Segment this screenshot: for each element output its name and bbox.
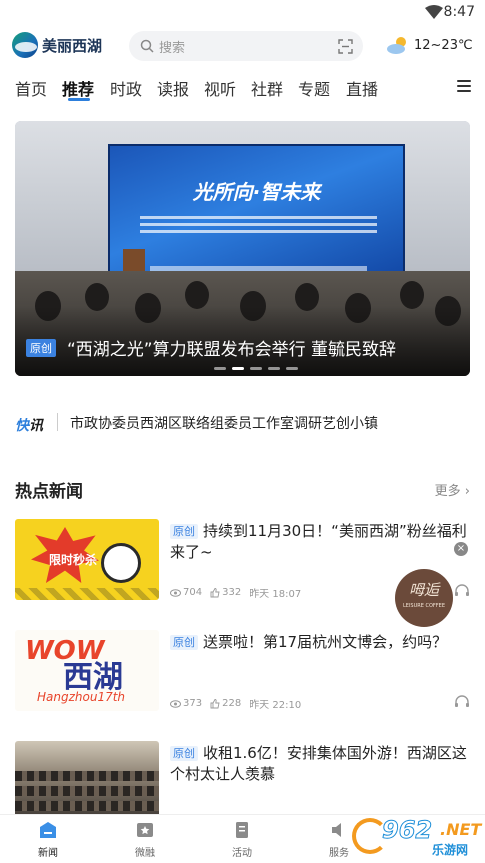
scan-icon[interactable] [338,39,353,54]
search-icon [140,39,154,53]
weather-temp: 12~23℃ [414,37,473,53]
tab-news[interactable]: 新闻 [18,821,78,859]
partly-cloudy-icon [387,37,406,54]
news-title: 持续到11月30日！“美丽西湖”粉丝福利来了~ [170,522,467,561]
news-time: 昨天 18:07 [249,589,302,600]
news-meta: 373 228 昨天 22:10 [170,696,309,711]
document-icon [236,822,248,838]
tab-active-indicator [68,98,90,101]
banner-carousel[interactable]: 光所向·智未来 原创 “西湖之光”算力联盟发布会举行 董毓民致辞 [15,121,470,376]
ad-subtext: LEISURE COFFEE [403,603,445,609]
like-count: 228 [222,698,242,709]
watermark-net: .NET [440,820,482,839]
speaker-icon [332,823,341,837]
news-time: 昨天 22:10 [249,700,302,711]
tab-topics[interactable]: 专题 [298,76,330,100]
flash-news-icon: 快讯 [15,418,43,434]
ad-logo-text: 呣逅 [408,581,439,599]
close-icon[interactable]: × [454,542,468,556]
tab-live[interactable]: 直播 [346,76,378,100]
carousel-dot-active[interactable] [232,367,244,370]
channel-nav: 首页 推荐 时政 读报 视听 社群 专题 直播 [0,72,485,104]
menu-icon[interactable] [457,80,471,92]
more-link[interactable]: 更多 › [435,480,470,499]
carousel-dot[interactable] [250,367,262,370]
site-watermark: 962 .NET 乐游网 [352,816,482,858]
wifi-icon [425,5,443,19]
status-time: 8:47 [443,4,475,20]
news-title: 送票啦！第17届杭州文博会，约吗？ [203,633,448,651]
tab-video[interactable]: 视听 [204,76,236,100]
hot-news-header: 热点新闻 更多 › [15,477,470,503]
watermark-text: 乐游网 [432,843,469,857]
eye-icon [170,699,181,708]
tab-micro[interactable]: 微融 [115,821,175,859]
tab-activity[interactable]: 活动 [212,821,272,859]
view-count: 373 [183,698,203,709]
app-name: 美丽西湖 [42,36,103,55]
weather-widget[interactable]: 12~23℃ [386,35,473,55]
star-card-icon [137,823,153,837]
news-title: 收租1.6亿！安排集体国外游！西湖区这个村太让人羡慕 [170,744,467,783]
flash-news-bar[interactable]: 快讯 市政协委员西湖区联络组委员工作室调研艺创小镇 [15,408,470,438]
top-bar: 美丽西湖 搜索 12~23℃ [0,30,485,64]
tab-politics[interactable]: 时政 [110,76,142,100]
news-meta: 704 332 昨天 18:07 [170,585,309,600]
tab-home[interactable]: 首页 [15,76,47,100]
flash-news-text[interactable]: 市政协委员西湖区联络组委员工作室调研艺创小镇 [70,413,378,433]
news-thumbnail [15,741,159,822]
floating-ad[interactable]: 呣逅 LEISURE COFFEE [395,569,453,627]
search-bar[interactable]: 搜索 [129,31,363,61]
banner-caption[interactable]: “西湖之光”算力联盟发布会举行 董毓民致辞 [67,335,396,360]
like-count: 332 [222,587,242,598]
headphones-icon[interactable] [454,583,470,597]
screen-title: 光所向·智未来 [192,180,321,204]
status-bar: 8:47 [0,0,485,26]
tab-recommend[interactable]: 推荐 [62,76,94,100]
headphones-icon[interactable] [454,694,470,708]
view-count: 704 [183,587,203,598]
carousel-dot[interactable] [286,367,298,370]
app-logo[interactable]: 美丽西湖 [12,32,102,58]
news-item[interactable]: WOW 西湖 Hangzhou17th 原创 送票啦！第17届杭州文博会，约吗？… [15,630,470,714]
search-placeholder: 搜索 [159,41,186,56]
divider [57,413,58,431]
section-title: 热点新闻 [15,482,83,502]
carousel-dot[interactable] [268,367,280,370]
original-badge: 原创 [26,339,56,357]
logo-mark-icon [12,32,38,58]
news-item[interactable]: 原创 收租1.6亿！安排集体国外游！西湖区这个村太让人羡慕 [15,741,470,825]
thumbs-up-icon [210,587,220,597]
alarm-clock-icon [101,543,141,583]
watermark-number: 962 [381,816,433,845]
tab-community[interactable]: 社群 [251,76,283,100]
eye-icon [170,588,181,597]
news-thumbnail: WOW 西湖 Hangzhou17th [15,630,159,711]
thumbs-up-icon [210,698,220,708]
banner-image: 光所向·智未来 [108,144,405,284]
news-icon [40,822,56,838]
carousel-dot[interactable] [214,367,226,370]
news-thumbnail: 限时秒杀 [15,519,159,600]
tab-newspaper[interactable]: 读报 [157,76,189,100]
carousel-indicator [214,367,304,370]
